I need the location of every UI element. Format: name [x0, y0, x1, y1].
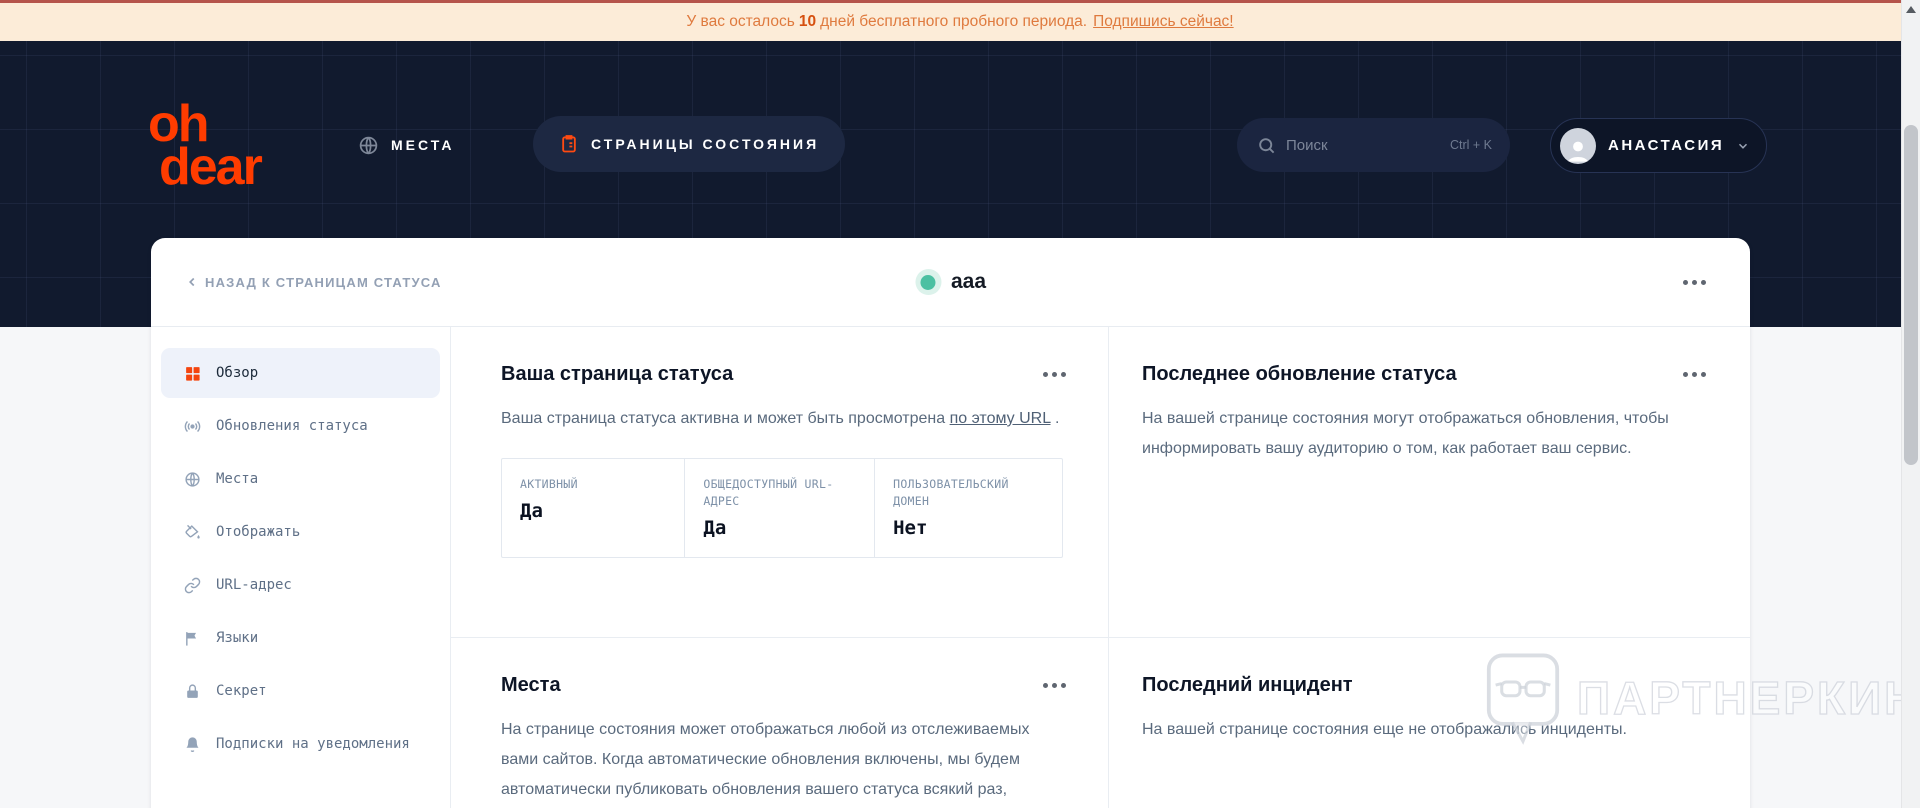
chevron-down-icon: [1736, 139, 1750, 153]
section-menu-button[interactable]: [1043, 372, 1066, 377]
stat-value: Нет: [893, 517, 928, 539]
avatar: [1560, 127, 1596, 164]
sidebar-item-url[interactable]: URL-адрес: [161, 560, 440, 610]
page-title-text: aaa: [950, 270, 987, 293]
section-body: Ваша страница статуса активна и может бы…: [501, 410, 1060, 427]
grid-icon: [183, 365, 201, 382]
sidebar-item-notification-subscriptions[interactable]: Подписки на уведомления: [161, 719, 440, 769]
section-body: На вашей странице состояния могут отобра…: [1142, 410, 1669, 457]
sidebar-item-label: Отображать: [216, 524, 301, 540]
chevron-left-icon: [185, 275, 199, 289]
sidebar-item-label: Обновления статуса: [216, 418, 368, 434]
paint-icon: [183, 524, 201, 541]
sidebar-item-overview[interactable]: Обзор: [161, 348, 440, 398]
section-menu-button[interactable]: [1683, 372, 1706, 377]
sidebar-item-label: URL-адрес: [216, 577, 292, 593]
stat-value: Да: [520, 500, 543, 522]
vertical-scrollbar[interactable]: [1901, 0, 1920, 808]
trial-text: У вас осталось: [686, 13, 795, 30]
status-stats-table: АКТИВНЫЙ Да ОБЩЕДОСТУПНЫЙ URL-АДРЕС Да П…: [501, 458, 1063, 558]
your-status-page-section: Ваша страница статуса Ваша страница стат…: [451, 327, 1108, 637]
stat-value: Да: [703, 517, 727, 539]
nav-status-pages-label: СТРАНИЦЫ СОСТОЯНИЯ: [591, 136, 820, 152]
user-name: АНАСТАСИЯ: [1608, 137, 1725, 154]
stat-public-url: ОБЩЕДОСТУПНЫЙ URL-АДРЕС Да: [684, 459, 874, 557]
trial-text-2: дней бесплатного пробного периода.: [820, 13, 1088, 30]
search-box[interactable]: Ctrl + K: [1237, 118, 1510, 172]
status-page-url-link[interactable]: по этому URL: [950, 410, 1051, 427]
sidebar-item-languages[interactable]: Языки: [161, 613, 440, 663]
sidebar: Обзор Обновления статуса Места Отображат…: [151, 327, 451, 808]
flag-icon: [183, 630, 201, 647]
stat-label: ПОЛЬЗОВАТЕЛЬСКИЙ ДОМЕН: [893, 477, 1009, 508]
sidebar-item-display[interactable]: Отображать: [161, 507, 440, 557]
scroll-up-arrow[interactable]: [1906, 6, 1916, 13]
broadcast-icon: [183, 418, 201, 435]
card-header: НАЗАД К СТРАНИЦАМ СТАТУСА aaa: [151, 238, 1750, 327]
section-title: Последнее обновление статуса: [1142, 363, 1457, 385]
nav-sites[interactable]: МЕСТА: [358, 117, 455, 173]
status-online-icon: [914, 269, 941, 295]
section-title: Ваша страница статуса: [501, 363, 734, 385]
status-page-card: НАЗАД К СТРАНИЦАМ СТАТУСА aaa Обзор Обно…: [151, 238, 1750, 808]
section-body: На вашей странице состояния еще не отобр…: [1142, 721, 1627, 738]
globe-icon: [358, 135, 379, 156]
subscribe-link[interactable]: Подпишись сейчас!: [1093, 13, 1234, 31]
back-link-label: НАЗАД К СТРАНИЦАМ СТАТУСА: [205, 274, 442, 290]
scrollbar-thumb[interactable]: [1904, 125, 1918, 465]
last-incident-section: Последний инцидент На вашей странице сос…: [1108, 637, 1750, 808]
link-icon: [183, 577, 201, 594]
stat-active: АКТИВНЫЙ Да: [502, 459, 684, 557]
sidebar-item-label: Секрет: [216, 683, 267, 699]
section-title: Последний инцидент: [1142, 674, 1353, 696]
clipboard-icon: [559, 134, 579, 154]
lock-icon: [183, 683, 201, 700]
sidebar-item-label: Языки: [216, 630, 259, 646]
section-menu-button[interactable]: [1043, 683, 1066, 688]
nav-status-pages[interactable]: СТРАНИЦЫ СОСТОЯНИЯ: [533, 116, 846, 172]
user-menu[interactable]: АНАСТАСИЯ: [1550, 118, 1768, 173]
search-input[interactable]: [1286, 136, 1426, 154]
sites-section: Места На странице состояния может отобра…: [451, 637, 1108, 808]
back-to-status-pages-link[interactable]: НАЗАД К СТРАНИЦАМ СТАТУСА: [185, 275, 442, 290]
card-body: Обзор Обновления статуса Места Отображат…: [151, 327, 1750, 808]
sidebar-item-secret[interactable]: Секрет: [161, 666, 440, 716]
sidebar-item-label: Места: [216, 471, 259, 487]
page-title: aaa: [914, 269, 987, 295]
sidebar-item-label: Подписки на уведомления: [216, 736, 410, 752]
stat-custom-domain: ПОЛЬЗОВАТЕЛЬСКИЙ ДОМЕН Нет: [874, 459, 1062, 557]
ohdear-logo[interactable]: oh dear: [148, 98, 263, 196]
stat-label: АКТИВНЫЙ: [520, 477, 578, 491]
sidebar-item-status-updates[interactable]: Обновления статуса: [161, 401, 440, 451]
nav-sites-label: МЕСТА: [391, 137, 455, 153]
globe-icon: [183, 471, 201, 488]
sidebar-item-label: Обзор: [216, 365, 259, 381]
sidebar-item-sites[interactable]: Места: [161, 454, 440, 504]
search-shortcut: Ctrl + K: [1449, 138, 1492, 152]
stat-label: ОБЩЕДОСТУПНЫЙ URL-АДРЕС: [703, 477, 834, 508]
last-status-update-section: Последнее обновление статуса На вашей ст…: [1108, 327, 1750, 637]
search-icon: [1257, 136, 1276, 155]
bell-icon: [183, 736, 201, 753]
card-menu-button[interactable]: [1683, 279, 1706, 285]
overview-content: Ваша страница статуса Ваша страница стат…: [451, 327, 1750, 808]
trial-days: 10: [798, 13, 817, 30]
section-title: Места: [501, 674, 561, 696]
section-body: На странице состояния может отображаться…: [501, 721, 1030, 798]
logo-line-2: dear: [159, 138, 263, 196]
trial-banner: У вас осталось 10 дней бесплатного пробн…: [0, 0, 1920, 41]
